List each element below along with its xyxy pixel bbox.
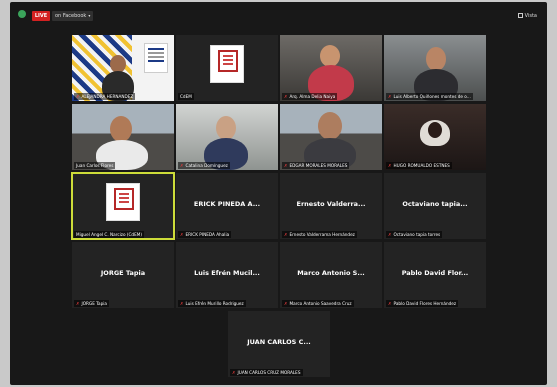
participant-video [110, 116, 132, 142]
zoom-window: LIVE on Facebook ▾ Vista ✗ ALEJANDRA HERNA… [10, 2, 547, 385]
participant-video [318, 112, 342, 140]
mic-muted-icon: ✗ [76, 94, 80, 99]
participant-tile[interactable]: Ernesto Valderra... ✗ Ernesto Valderrama … [280, 173, 382, 239]
participant-video [320, 45, 340, 67]
participant-name-label: CdEM [178, 93, 194, 100]
participant-tile[interactable]: ✗ HUGO ROMUALDO ESTNES [384, 104, 486, 170]
brand-logo [144, 43, 168, 73]
participant-tile[interactable]: Marco Antonio S... ✗ Marco Antonio Saaved… [280, 242, 382, 308]
participant-name-label: ✗ ALEJANDRA HERNANDEZ [74, 93, 136, 100]
participant-name-label: ✗ Catalina Domínguez [178, 162, 230, 169]
seal-icon [218, 50, 238, 72]
organization-logo [210, 45, 244, 83]
mic-muted-icon: ✗ [284, 301, 288, 306]
participant-name-label: ✗ Luis Efrén Murillo Rodriguez [178, 300, 246, 307]
participant-name-label: ✗ Arq. Alma Delia Naiya [282, 93, 338, 100]
participant-name-label: ✗ Pablo David Flores Hernández [386, 300, 459, 307]
participant-video [216, 116, 236, 140]
mic-muted-icon: ✗ [284, 94, 288, 99]
mic-muted-icon: ✗ [388, 163, 392, 168]
mic-muted-icon: ✗ [76, 301, 80, 306]
participant-display-name: Ernesto Valderra... [296, 200, 366, 208]
grid-view-icon [517, 13, 523, 18]
live-badge[interactable]: LIVE [32, 11, 50, 21]
participant-name-label: ✗ HUGO ROMUALDO ESTNES [386, 162, 452, 169]
participant-display-name: JORGE Tapia [100, 269, 146, 277]
participant-name-label: ✗ JUAN CARLOS CRUZ MORALES [230, 369, 303, 376]
participant-name-label: ✗ Ernesto Valderrama Hernández [282, 231, 357, 238]
participant-display-name: Octaviano tapia... [402, 200, 468, 208]
participant-tile[interactable]: Luis Efrén Mucil... ✗ Luis Efrén Murillo … [176, 242, 278, 308]
mic-muted-icon: ✗ [388, 301, 392, 306]
participant-name-label: ✗ Marco Antonio Saavedra Cruz [282, 300, 354, 307]
participant-name-label: Miguel Angel C. Narcizo (CdEM) [74, 231, 144, 238]
participant-tile[interactable]: Pablo David Flor... ✗ Pablo David Flores … [384, 242, 486, 308]
participant-name-label: Juan Carlos Flores [74, 162, 116, 169]
participant-display-name: ERICK PINEDA A... [193, 200, 261, 208]
mic-muted-icon: ✗ [180, 163, 184, 168]
participant-head [428, 122, 442, 138]
mic-muted-icon: ✗ [388, 94, 392, 99]
security-shield-icon[interactable] [18, 10, 26, 18]
mic-muted-icon: ✗ [284, 163, 288, 168]
participant-display-name: Pablo David Flor... [401, 269, 469, 277]
live-destination-label: on Facebook [55, 13, 87, 19]
participant-video [426, 47, 446, 71]
participant-display-name: JUAN CARLOS C... [247, 338, 311, 346]
chevron-down-icon: ▾ [88, 13, 91, 18]
mic-muted-icon: ✗ [180, 232, 184, 237]
participant-tile[interactable]: JUAN CARLOS C... ✗ JUAN CARLOS CRUZ MORAL… [228, 311, 330, 377]
participant-name-label: ✗ JORGE Tapia [74, 300, 109, 307]
live-destination-dropdown[interactable]: on Facebook ▾ [52, 11, 94, 21]
participant-tile[interactable]: ERICK PINEDA A... ✗ ERICK PINEDA Ahalia [176, 173, 278, 239]
participant-display-name: Luis Efrén Mucil... [194, 269, 260, 277]
participant-name-label: ✗ Octaviano tapia torres [386, 231, 443, 238]
organization-logo [106, 183, 140, 221]
participant-name-label: ✗ EDGAR MORALES MORALES [282, 162, 350, 169]
top-bar: LIVE on Facebook ▾ Vista [10, 2, 547, 26]
participant-tile[interactable]: JORGE Tapia ✗ JORGE Tapia [72, 242, 174, 308]
seal-icon [114, 188, 134, 210]
participant-tile[interactable]: Octaviano tapia... ✗ Octaviano tapia torr… [384, 173, 486, 239]
participant-display-name: Marco Antonio S... [297, 269, 365, 277]
view-button[interactable]: Vista [517, 11, 537, 21]
participant-tile[interactable]: CdEM [176, 35, 278, 101]
participant-name-label: ✗ ERICK PINEDA Ahalia [178, 231, 232, 238]
mic-muted-icon: ✗ [284, 232, 288, 237]
participant-tile[interactable]: ✗ Catalina Domínguez [176, 104, 278, 170]
participant-tile[interactable]: ✗ ALEJANDRA HERNANDEZ [72, 35, 174, 101]
mic-muted-icon: ✗ [180, 301, 184, 306]
participant-tile[interactable]: ✗ Arq. Alma Delia Naiya [280, 35, 382, 101]
view-button-label: Vista [524, 13, 537, 19]
mic-muted-icon: ✗ [388, 232, 392, 237]
participant-tile[interactable]: ✗ EDGAR MORALES MORALES [280, 104, 382, 170]
participant-name-label: ✗ Luis Alberto Quiñones montes de o... [386, 93, 473, 100]
mic-muted-icon: ✗ [232, 370, 236, 375]
participant-tile[interactable]: Juan Carlos Flores [72, 104, 174, 170]
participant-tile[interactable]: ✗ Luis Alberto Quiñones montes de o... [384, 35, 486, 101]
participant-tile-active-speaker[interactable]: Miguel Angel C. Narcizo (CdEM) [71, 172, 175, 240]
